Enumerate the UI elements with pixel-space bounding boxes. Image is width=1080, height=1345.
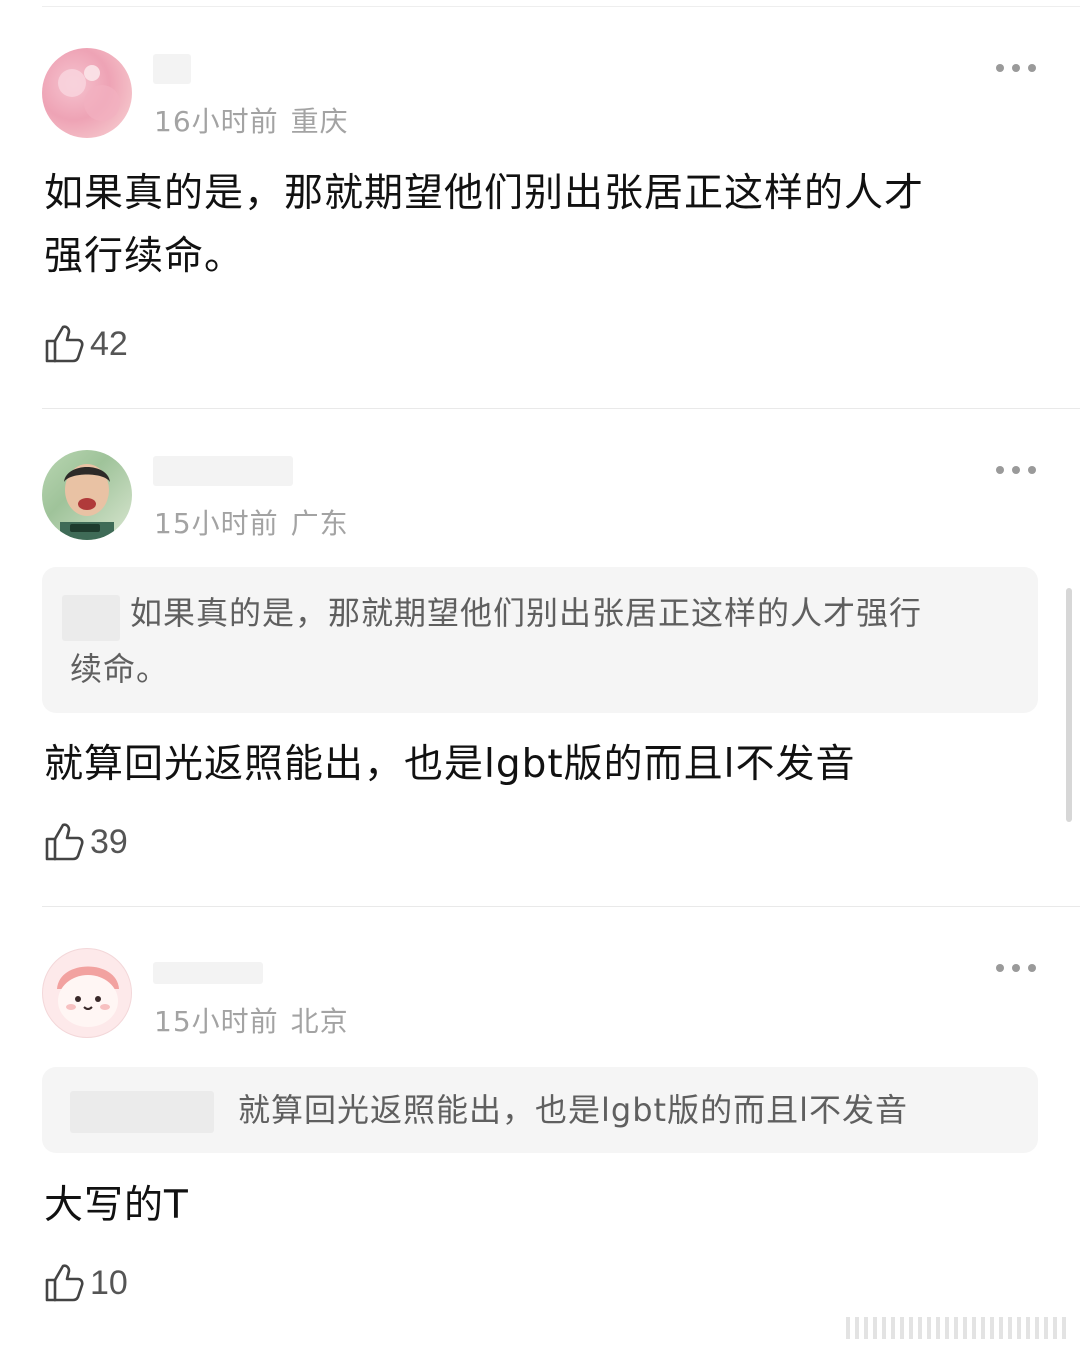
avatar[interactable] <box>42 948 132 1038</box>
avatar-image <box>58 65 120 121</box>
avatar[interactable] <box>42 48 132 138</box>
avatar-image <box>60 464 114 540</box>
comment-divider <box>42 906 1080 907</box>
username-redacted[interactable] <box>153 962 263 984</box>
comment-meta: 16小时前 重庆 <box>154 100 349 140</box>
avatar-image <box>57 966 119 1027</box>
comment-meta: 15小时前 广东 <box>154 502 349 542</box>
username-redacted[interactable] <box>153 456 293 486</box>
comment-text: 就算回光返照能出，也是lgbt版的而且l不发音 <box>44 742 856 787</box>
comment-location: 北京 <box>290 1005 349 1038</box>
avatar[interactable] <box>42 450 132 540</box>
like-button[interactable]: 10 <box>44 1261 128 1305</box>
thumbs-up-icon <box>45 823 84 861</box>
comment-text: 大写的T <box>44 1183 189 1228</box>
watermark <box>846 1317 1066 1339</box>
quoted-username-redacted <box>70 1091 214 1133</box>
like-count: 10 <box>90 1263 128 1302</box>
comment-location: 广东 <box>290 507 349 540</box>
like-count: 42 <box>90 324 128 363</box>
quoted-username-redacted <box>62 595 120 641</box>
like-button[interactable]: 39 <box>44 820 128 864</box>
comment-text-line: 强行续命。 <box>44 234 245 279</box>
quoted-comment[interactable]: 就算回光返照能出，也是lgbt版的而且l不发音 <box>42 1067 1038 1153</box>
quoted-text-line: 续命。 <box>70 650 170 688</box>
top-divider <box>42 6 1080 7</box>
like-button[interactable]: 42 <box>44 322 128 366</box>
scrollbar[interactable] <box>1066 588 1072 822</box>
comment-time: 15小时前 <box>154 1005 279 1038</box>
comment-divider <box>42 408 1080 409</box>
thumbs-up-icon <box>45 1264 84 1302</box>
more-options-icon[interactable] <box>996 962 1036 974</box>
comment-text-line: 如果真的是，那就期望他们别出张居正这样的人才 <box>44 171 925 216</box>
comment-text: 如果真的是，那就期望他们别出张居正这样的人才 强行续命。 <box>44 162 1044 288</box>
quoted-text: 就算回光返照能出，也是lgbt版的而且l不发音 <box>238 1091 908 1129</box>
username-redacted[interactable] <box>153 54 191 84</box>
comment-time: 16小时前 <box>154 105 279 138</box>
like-count: 39 <box>90 822 128 861</box>
quoted-text-line: 如果真的是，那就期望他们别出张居正这样的人才强行 <box>130 594 923 632</box>
comment-location: 重庆 <box>290 105 349 138</box>
comment-meta: 15小时前 北京 <box>154 1000 349 1040</box>
thumbs-up-icon <box>45 325 84 363</box>
quoted-comment[interactable]: 如果真的是，那就期望他们别出张居正这样的人才强行 续命。 <box>42 567 1038 713</box>
comment-time: 15小时前 <box>154 507 279 540</box>
more-options-icon[interactable] <box>996 62 1036 74</box>
more-options-icon[interactable] <box>996 464 1036 476</box>
